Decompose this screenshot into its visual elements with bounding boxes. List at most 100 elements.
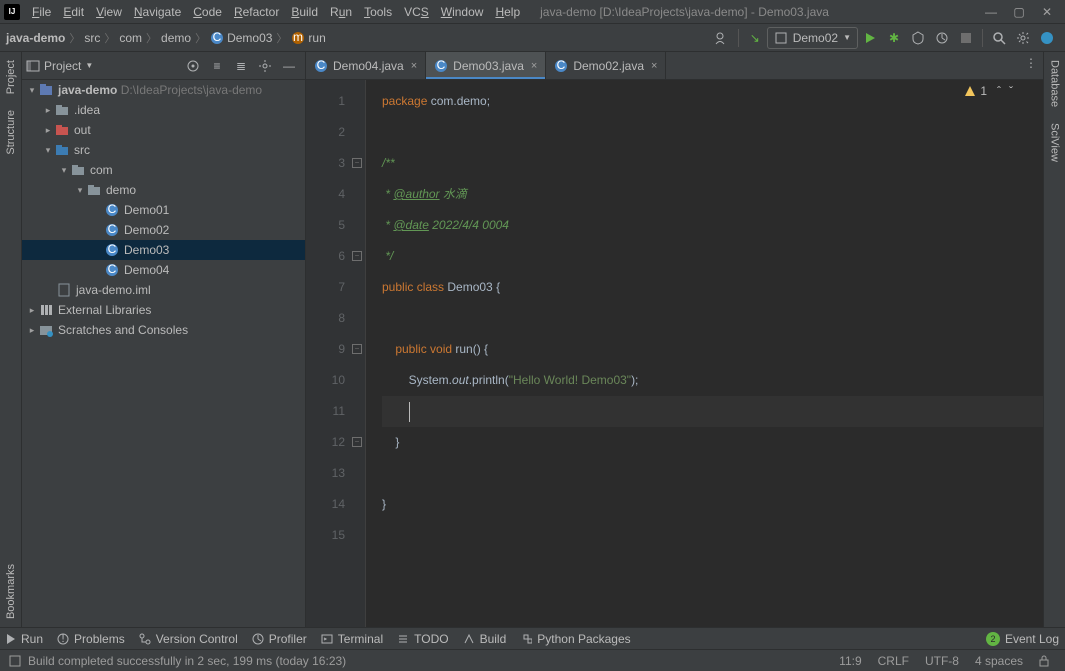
chevron-right-icon: 〉 — [146, 30, 157, 46]
project-title[interactable]: Project — [44, 59, 81, 73]
python-packages-button[interactable]: Python Packages — [520, 632, 630, 646]
file-encoding[interactable]: UTF-8 — [917, 654, 967, 668]
database-tool-tab[interactable]: Database — [1046, 52, 1064, 115]
breadcrumb-class[interactable]: C Demo03 — [208, 31, 274, 45]
tree-class-demo01[interactable]: CDemo01 — [22, 200, 305, 220]
run-button[interactable] — [859, 27, 881, 49]
breadcrumb-method[interactable]: m run — [289, 31, 327, 45]
menu-tools[interactable]: Tools — [358, 3, 398, 21]
tree-src-folder[interactable]: ▾src — [22, 140, 305, 160]
tree-class-demo03[interactable]: CDemo03 — [22, 240, 305, 260]
fold-toggle[interactable]: − — [352, 437, 362, 447]
svg-text:C: C — [108, 223, 117, 236]
inspection-indicator[interactable]: 1 ˆˇ — [964, 84, 1013, 98]
tree-scratches[interactable]: ▸Scratches and Consoles — [22, 320, 305, 340]
close-tab-icon[interactable]: × — [531, 60, 537, 72]
event-log-button[interactable]: 2Event Log — [986, 632, 1059, 646]
tab-demo03[interactable]: C Demo03.java× — [426, 52, 546, 79]
chevron-right-icon: 〉 — [276, 30, 287, 46]
line-separator[interactable]: CRLF — [870, 654, 917, 668]
breadcrumb-root[interactable]: java-demo — [4, 31, 67, 45]
navigation-bar: java-demo 〉 src 〉 com 〉 demo 〉 C Demo03 … — [0, 24, 1065, 52]
menu-view[interactable]: View — [90, 3, 128, 21]
status-icon[interactable] — [8, 654, 22, 668]
tree-iml-file[interactable]: java-demo.iml — [22, 280, 305, 300]
tab-demo02[interactable]: C Demo02.java× — [546, 52, 666, 79]
tree-idea-folder[interactable]: ▸.idea — [22, 100, 305, 120]
hide-button[interactable]: — — [278, 55, 300, 77]
gutter[interactable]: 12 3− 45 6− 78 9− 1011 12− 131415 — [306, 80, 366, 627]
project-tool-tab[interactable]: Project — [2, 52, 20, 102]
tab-demo04[interactable]: C Demo04.java× — [306, 52, 426, 79]
problems-tool-button[interactable]: !Problems — [57, 632, 125, 646]
left-tool-strip: Project Structure Bookmarks — [0, 52, 22, 627]
tree-external-libs[interactable]: ▸External Libraries — [22, 300, 305, 320]
run-config-selector[interactable]: Demo02 ▼ — [767, 27, 858, 49]
coverage-button[interactable] — [907, 27, 929, 49]
menu-refactor[interactable]: Refactor — [228, 3, 285, 21]
chevron-down-icon[interactable]: ▼ — [85, 61, 93, 70]
profiler-tool-button[interactable]: Profiler — [252, 632, 307, 646]
settings-button[interactable] — [1012, 27, 1034, 49]
fold-toggle[interactable]: − — [352, 344, 362, 354]
code-editor[interactable]: 12 3− 45 6− 78 9− 1011 12− 131415 1 ˆˇ p… — [306, 80, 1043, 627]
profile-button[interactable] — [931, 27, 953, 49]
tree-com-package[interactable]: ▾com — [22, 160, 305, 180]
project-tree[interactable]: ▾ java-demo D:\IdeaProjects\java-demo ▸.… — [22, 80, 305, 627]
sciview-tool-tab[interactable]: SciView — [1046, 115, 1064, 170]
tabs-menu-icon[interactable]: ⋮ — [1020, 52, 1042, 74]
run-tool-button[interactable]: Run — [6, 632, 43, 646]
readonly-toggle[interactable] — [1031, 655, 1057, 667]
menu-edit[interactable]: Edit — [57, 3, 90, 21]
class-icon: C — [554, 59, 568, 73]
collapse-all-button[interactable]: ≣ — [230, 55, 252, 77]
tree-class-demo02[interactable]: CDemo02 — [22, 220, 305, 240]
close-tab-icon[interactable]: × — [651, 60, 657, 72]
terminal-tool-button[interactable]: Terminal — [321, 632, 383, 646]
menu-run[interactable]: Run — [324, 3, 358, 21]
structure-tool-tab[interactable]: Structure — [2, 102, 20, 163]
tree-demo-package[interactable]: ▾demo — [22, 180, 305, 200]
vcs-tool-button[interactable]: Version Control — [139, 632, 238, 646]
tree-project-root[interactable]: ▾ java-demo D:\IdeaProjects\java-demo — [22, 80, 305, 100]
build-tool-button[interactable]: Build — [463, 632, 507, 646]
bookmarks-tool-tab[interactable]: Bookmarks — [2, 556, 20, 627]
expand-all-button[interactable]: ≡ — [206, 55, 228, 77]
breadcrumb-com[interactable]: com — [117, 31, 144, 45]
indent-setting[interactable]: 4 spaces — [967, 654, 1031, 668]
user-icon[interactable] — [711, 27, 733, 49]
class-icon: C — [104, 202, 120, 218]
menu-code[interactable]: Code — [187, 3, 228, 21]
code-content[interactable]: 1 ˆˇ package com.demo; /** * @author 水滴 … — [366, 80, 1043, 627]
minimize-button[interactable]: — — [977, 1, 1005, 23]
build-hammer-icon[interactable]: ↘ — [744, 27, 766, 49]
select-opened-file-button[interactable] — [182, 55, 204, 77]
fold-toggle[interactable]: − — [352, 251, 362, 261]
breadcrumb-demo[interactable]: demo — [159, 31, 193, 45]
menu-window[interactable]: Window — [435, 3, 490, 21]
svg-text:C: C — [108, 203, 117, 216]
close-tab-icon[interactable]: × — [411, 60, 417, 72]
breadcrumb-src[interactable]: src — [82, 31, 102, 45]
search-everywhere-button[interactable] — [988, 27, 1010, 49]
tree-class-demo04[interactable]: CDemo04 — [22, 260, 305, 280]
main-menu: File Edit View Navigate Code Refactor Bu… — [26, 3, 526, 21]
caret-position[interactable]: 11:9 — [831, 654, 869, 668]
menu-vcs[interactable]: VCS — [398, 3, 435, 21]
debug-button[interactable]: ✱ — [883, 27, 905, 49]
tree-settings-button[interactable] — [254, 55, 276, 77]
close-button[interactable]: ✕ — [1033, 1, 1061, 23]
menu-file[interactable]: File — [26, 3, 57, 21]
plugin-button[interactable] — [1036, 27, 1058, 49]
todo-tool-button[interactable]: TODO — [397, 632, 448, 646]
tree-out-folder[interactable]: ▸out — [22, 120, 305, 140]
menu-build[interactable]: Build — [285, 3, 324, 21]
svg-text:!: ! — [61, 633, 64, 645]
fold-toggle[interactable]: − — [352, 158, 362, 168]
stop-button[interactable] — [955, 27, 977, 49]
menu-help[interactable]: Help — [489, 3, 526, 21]
menu-navigate[interactable]: Navigate — [128, 3, 187, 21]
maximize-button[interactable]: ▢ — [1005, 1, 1033, 23]
class-icon: C — [104, 222, 120, 238]
app-logo: IJ — [4, 4, 20, 20]
